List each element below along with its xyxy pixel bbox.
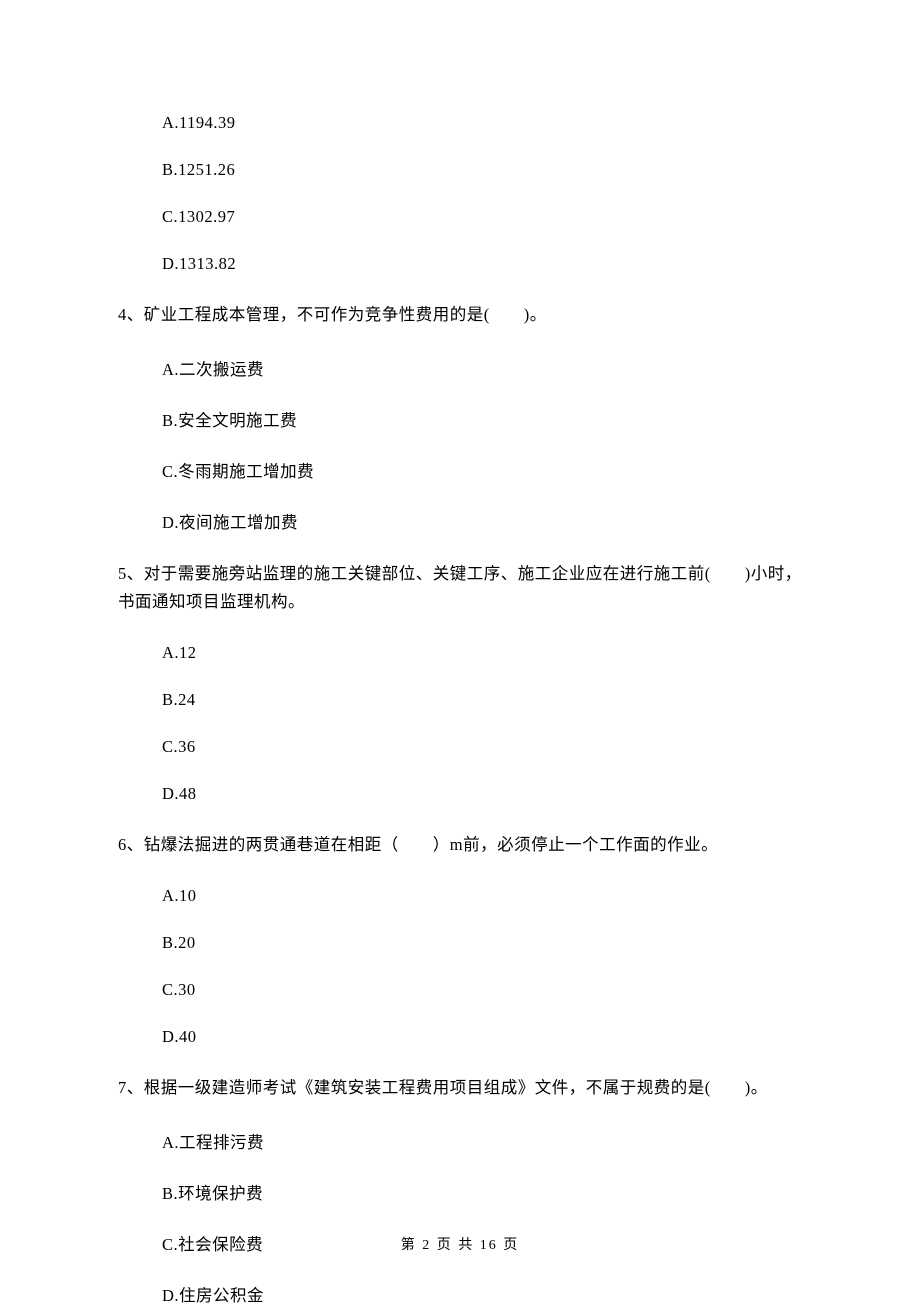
q4-text: 4、矿业工程成本管理，不可作为竞争性费用的是( )。 bbox=[118, 301, 802, 329]
q7-option-b: B.环境保护费 bbox=[162, 1180, 802, 1204]
q6-option-c: C.30 bbox=[162, 980, 802, 1000]
q4-option-a: A.二次搬运费 bbox=[162, 356, 802, 380]
q7-option-a: A.工程排污费 bbox=[162, 1129, 802, 1153]
q7-text: 7、根据一级建造师考试《建筑安装工程费用项目组成》文件，不属于规费的是( )。 bbox=[118, 1074, 802, 1102]
q5-option-a: A.12 bbox=[162, 643, 802, 663]
q6-option-d: D.40 bbox=[162, 1027, 802, 1047]
q5-option-d: D.48 bbox=[162, 784, 802, 804]
q7-option-d: D.住房公积金 bbox=[162, 1282, 802, 1306]
q5-option-b: B.24 bbox=[162, 690, 802, 710]
q3-option-c: C.1302.97 bbox=[162, 207, 802, 227]
q6-text: 6、钻爆法掘进的两贯通巷道在相距（ ）m前，必须停止一个工作面的作业。 bbox=[118, 831, 802, 859]
q3-option-a: A.1194.39 bbox=[162, 113, 802, 133]
q5-text: 5、对于需要施旁站监理的施工关键部位、关键工序、施工企业应在进行施工前( )小时… bbox=[118, 560, 802, 616]
q6-option-a: A.10 bbox=[162, 886, 802, 906]
q3-option-b: B.1251.26 bbox=[162, 160, 802, 180]
page-footer: 第 2 页 共 16 页 bbox=[0, 1234, 920, 1254]
q3-option-d: D.1313.82 bbox=[162, 254, 802, 274]
q6-option-b: B.20 bbox=[162, 933, 802, 953]
q4-option-c: C.冬雨期施工增加费 bbox=[162, 458, 802, 482]
q4-option-d: D.夜间施工增加费 bbox=[162, 509, 802, 533]
q5-option-c: C.36 bbox=[162, 737, 802, 757]
q4-option-b: B.安全文明施工费 bbox=[162, 407, 802, 431]
